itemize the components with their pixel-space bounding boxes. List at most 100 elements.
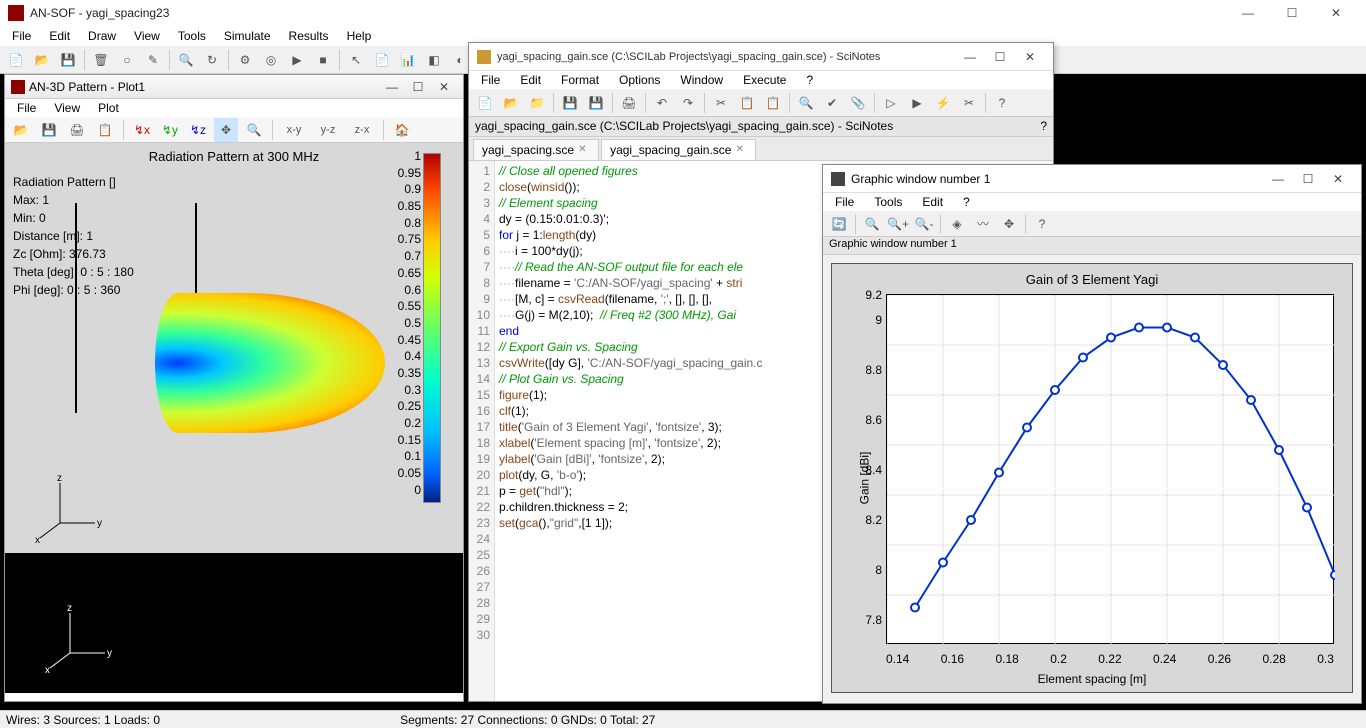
menu-help[interactable]: Help — [339, 27, 380, 45]
target-icon[interactable]: ◎ — [259, 48, 283, 72]
save-icon[interactable]: 💾 — [37, 118, 61, 142]
menu-draw[interactable]: Draw — [80, 27, 124, 45]
menu-?[interactable]: ? — [955, 193, 978, 211]
undo-icon[interactable]: ↶ — [650, 91, 674, 115]
menu-execute[interactable]: Execute — [735, 71, 794, 89]
plot3d-window[interactable]: AN-3D Pattern - Plot1 — ☐ ✕ FileViewPlot… — [4, 74, 464, 702]
menu-tools[interactable]: Tools — [170, 27, 214, 45]
open-icon[interactable]: 📂 — [9, 118, 33, 142]
redo-icon[interactable]: ↷ — [676, 91, 700, 115]
main-titlebar[interactable]: AN-SOF - yagi_spacing23 — ☐ ✕ — [0, 0, 1366, 26]
play-icon[interactable]: ▷ — [879, 91, 903, 115]
delete-icon[interactable]: 🗑 — [89, 48, 113, 72]
find-icon[interactable]: 🔍 — [174, 48, 198, 72]
play-file-icon[interactable]: ▶ — [905, 91, 929, 115]
tab-close-icon[interactable]: ✕ — [735, 144, 747, 156]
close-button[interactable]: ✕ — [1323, 168, 1353, 190]
gear-icon[interactable]: ⚙ — [233, 48, 257, 72]
chart-icon[interactable]: 📊 — [396, 48, 420, 72]
scinotes-titlebar[interactable]: yagi_spacing_gain.sce (C:\SCILab Project… — [469, 43, 1053, 71]
save-icon[interactable]: 💾 — [558, 91, 582, 115]
axis-z-icon[interactable]: ↯z — [186, 118, 210, 142]
copy-icon[interactable]: 📋 — [735, 91, 759, 115]
check-icon[interactable]: ✔ — [820, 91, 844, 115]
tab-close-icon[interactable]: ✕ — [578, 144, 590, 156]
tools-icon[interactable]: ✂ — [957, 91, 981, 115]
zoom-out-icon[interactable]: 🔍- — [912, 212, 936, 236]
run-icon[interactable]: ▶ — [285, 48, 309, 72]
menu-options[interactable]: Options — [611, 71, 668, 89]
zoom-in-icon[interactable]: 🔍+ — [886, 212, 910, 236]
menu-format[interactable]: Format — [553, 71, 607, 89]
curve-icon[interactable]: 〰 — [971, 212, 995, 236]
zoom-icon[interactable]: 🔍 — [860, 212, 884, 236]
menu-file[interactable]: File — [827, 193, 862, 211]
menu-file[interactable]: File — [4, 27, 39, 45]
arrow-icon[interactable]: ↖ — [344, 48, 368, 72]
code-tab[interactable]: yagi_spacing_gain.sce✕ — [601, 139, 756, 160]
open2-icon[interactable]: 📁 — [525, 91, 549, 115]
menu-edit[interactable]: Edit — [512, 71, 549, 89]
menu-edit[interactable]: Edit — [41, 27, 78, 45]
menu-results[interactable]: Results — [281, 27, 337, 45]
view-yz-button[interactable]: y-z — [313, 118, 343, 142]
menu-file[interactable]: File — [473, 71, 508, 89]
cube-icon[interactable]: ◧ — [422, 48, 446, 72]
plot3d-titlebar[interactable]: AN-3D Pattern - Plot1 — ☐ ✕ — [5, 75, 463, 99]
help-icon[interactable]: ? — [1040, 119, 1047, 134]
open-icon[interactable]: 📂 — [30, 48, 54, 72]
graph-titlebar[interactable]: Graphic window number 1 — ☐ ✕ — [823, 165, 1361, 193]
help-icon[interactable]: ? — [990, 91, 1014, 115]
doc-icon[interactable]: 📄 — [370, 48, 394, 72]
view-xy-button[interactable]: x-y — [279, 118, 309, 142]
tool-icon[interactable]: ○ — [115, 48, 139, 72]
print-icon[interactable]: 🖨 — [617, 91, 641, 115]
exec-icon[interactable]: ⚡ — [931, 91, 955, 115]
minimize-button[interactable]: — — [379, 77, 405, 97]
minimize-button[interactable]: — — [1226, 0, 1270, 26]
copy-icon[interactable]: 📋 — [93, 118, 117, 142]
close-button[interactable]: ✕ — [1314, 0, 1358, 26]
chart-area[interactable]: Gain of 3 Element Yagi Gain [dBi] Elemen… — [831, 263, 1353, 693]
maximize-button[interactable]: ☐ — [405, 77, 431, 97]
new-file-icon[interactable]: 📄 — [4, 48, 28, 72]
open-icon[interactable]: 📂 — [499, 91, 523, 115]
maximize-button[interactable]: ☐ — [1270, 0, 1314, 26]
close-button[interactable]: ✕ — [431, 77, 457, 97]
zoom-icon[interactable]: 🔍 — [242, 118, 266, 142]
view-zx-button[interactable]: z-x — [347, 118, 377, 142]
menu-simulate[interactable]: Simulate — [216, 27, 279, 45]
menu-view[interactable]: View — [126, 27, 168, 45]
maximize-button[interactable]: ☐ — [985, 46, 1015, 68]
menu-window[interactable]: Window — [672, 71, 731, 89]
graphic-window[interactable]: Graphic window number 1 — ☐ ✕ FileToolsE… — [822, 164, 1362, 704]
refresh-icon[interactable]: ↻ — [200, 48, 224, 72]
menu-tools[interactable]: Tools — [866, 193, 910, 211]
insert-icon[interactable]: 📎 — [846, 91, 870, 115]
menu-plot[interactable]: Plot — [90, 99, 127, 117]
cut-icon[interactable]: ✂ — [709, 91, 733, 115]
minimize-button[interactable]: — — [1263, 168, 1293, 190]
help-icon[interactable]: ? — [1030, 212, 1054, 236]
maximize-button[interactable]: ☐ — [1293, 168, 1323, 190]
menu-?[interactable]: ? — [798, 71, 821, 89]
edit-icon[interactable]: ✎ — [141, 48, 165, 72]
paste-icon[interactable]: 📋 — [761, 91, 785, 115]
minimize-button[interactable]: — — [955, 46, 985, 68]
new-icon[interactable]: 📄 — [473, 91, 497, 115]
menu-file[interactable]: File — [9, 99, 44, 117]
menu-view[interactable]: View — [46, 99, 88, 117]
axis-y-icon[interactable]: ↯y — [158, 118, 182, 142]
print-icon[interactable]: 🖨 — [65, 118, 89, 142]
close-button[interactable]: ✕ — [1015, 46, 1045, 68]
axis-x-icon[interactable]: ↯x — [130, 118, 154, 142]
save-icon[interactable]: 💾 — [56, 48, 80, 72]
rotate-icon[interactable]: 🔄 — [827, 212, 851, 236]
menu-edit[interactable]: Edit — [914, 193, 951, 211]
rotate-icon[interactable]: ✥ — [214, 118, 238, 142]
find-icon[interactable]: 🔍 — [794, 91, 818, 115]
move-icon[interactable]: ✥ — [997, 212, 1021, 236]
saveall-icon[interactable]: 💾 — [584, 91, 608, 115]
plot-region[interactable] — [886, 294, 1334, 644]
code-tab[interactable]: yagi_spacing.sce✕ — [473, 139, 599, 160]
